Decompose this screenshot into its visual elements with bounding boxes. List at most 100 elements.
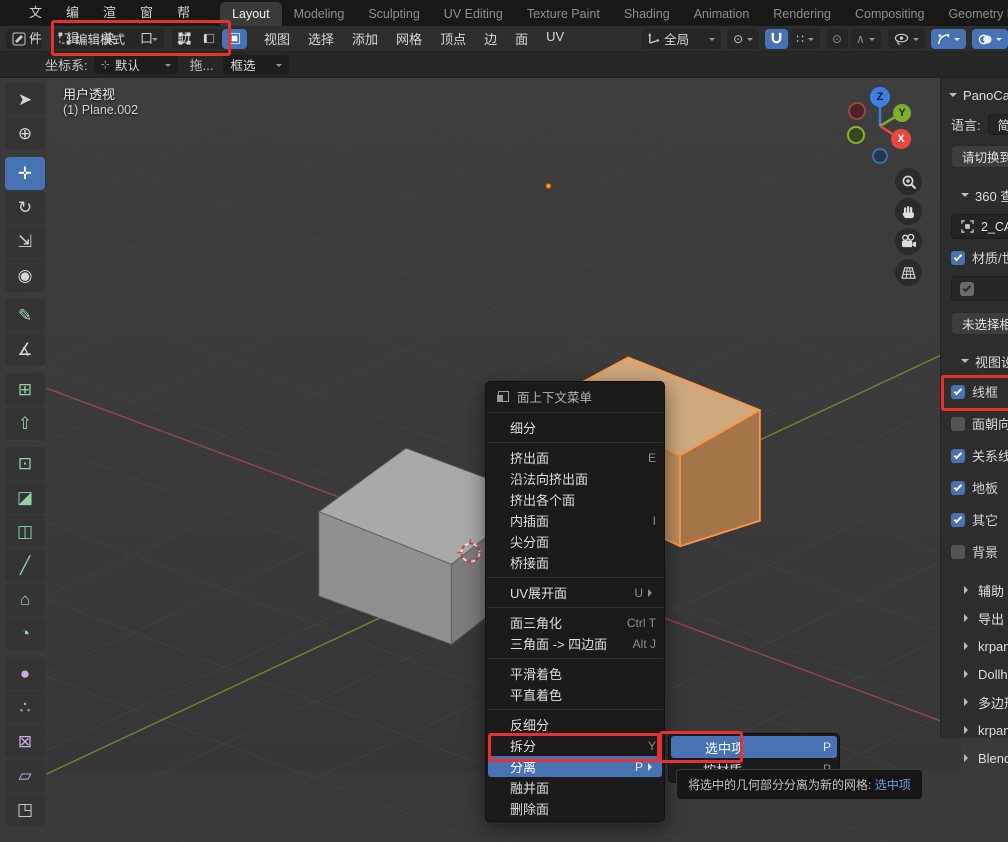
menu-4[interactable]: 帮助 xyxy=(165,0,202,26)
menu-item-19[interactable]: 分离P xyxy=(488,756,662,777)
collapsed-section-3[interactable]: Dollhou xyxy=(941,663,1008,685)
view-option-4[interactable]: 其它 xyxy=(941,510,1008,529)
tool-inset-faces[interactable]: ⊡ xyxy=(5,447,45,480)
gizmo-z-axis[interactable]: Z xyxy=(870,87,890,107)
menu-item-21[interactable]: 删除面 xyxy=(486,798,664,819)
viewport-menu-2[interactable]: 添加 xyxy=(343,29,387,48)
panel-header-panocam[interactable]: PanoCama xyxy=(941,84,1008,106)
checkbox-checked-icon[interactable] xyxy=(951,513,965,527)
menu-item-18[interactable]: 拆分Y xyxy=(486,735,664,756)
menu-0[interactable]: 文件 xyxy=(17,0,54,26)
tool-move[interactable]: ✛ xyxy=(5,157,45,190)
viewport-menu-4[interactable]: 顶点 xyxy=(431,29,475,48)
menu-1[interactable]: 编辑 xyxy=(54,0,91,26)
tab-modeling[interactable]: Modeling xyxy=(282,2,357,26)
menu-item-3[interactable]: 沿法向挤出面 xyxy=(486,468,664,489)
checkbox-unchecked-icon[interactable] xyxy=(951,545,965,559)
tool-spin[interactable]: ◔ xyxy=(5,617,45,650)
switch-language-button[interactable]: 请切换到对 xyxy=(951,145,1008,168)
view-option-2[interactable]: 关系线 xyxy=(941,446,1008,465)
pan-button[interactable] xyxy=(895,198,922,225)
viewport-menu-6[interactable]: 面 xyxy=(506,29,537,48)
tool-cursor-3d[interactable]: ⊕ xyxy=(5,117,45,150)
tab-uv-editing[interactable]: UV Editing xyxy=(432,2,515,26)
tool-shear[interactable]: ▱ xyxy=(5,759,45,792)
collapsed-section-1[interactable]: 导出 xyxy=(941,607,1008,629)
tab-shading[interactable]: Shading xyxy=(612,2,682,26)
tool-select-box[interactable]: ➤ xyxy=(5,83,45,116)
tool-extrude-region[interactable]: ⇧ xyxy=(5,407,45,440)
viewport-menu-5[interactable]: 边 xyxy=(475,29,506,48)
menu-item-12[interactable]: 三角面 -> 四边面Alt J xyxy=(486,633,664,654)
show-overlays-toggle[interactable] xyxy=(972,29,1008,49)
proportional-editing-button[interactable]: ⊙ xyxy=(826,29,848,49)
tool-rip-region[interactable]: ◳ xyxy=(5,793,45,826)
coordinate-system-dropdown[interactable]: ⊹ 默认 xyxy=(94,55,178,74)
gizmo-x-axis[interactable]: X xyxy=(891,129,911,149)
navigation-gizmo[interactable]: Z Y X xyxy=(840,86,930,176)
gizmo-negative-y-axis[interactable] xyxy=(847,126,865,144)
section-header-360[interactable]: 360 查 xyxy=(941,184,1008,206)
collapsed-section-2[interactable]: krpano xyxy=(941,635,1008,657)
collapsed-section-5[interactable]: krpano xyxy=(941,719,1008,741)
gizmo-negative-x-axis[interactable] xyxy=(848,102,866,120)
edge-select-button[interactable] xyxy=(197,29,222,49)
tab-rendering[interactable]: Rendering xyxy=(761,2,843,26)
select-tool-dropdown[interactable]: 框选 xyxy=(223,55,289,74)
viewport-menu-1[interactable]: 选择 xyxy=(299,29,343,48)
menu-item-15[interactable]: 平直着色 xyxy=(486,684,664,705)
tool-poly-build[interactable]: ⌂ xyxy=(5,583,45,616)
tab-texture-paint[interactable]: Texture Paint xyxy=(515,2,612,26)
menu-item-6[interactable]: 尖分面 xyxy=(486,531,664,552)
camera-view-button[interactable] xyxy=(895,228,922,255)
snap-toggle-button[interactable] xyxy=(765,29,788,49)
snap-settings-dropdown[interactable]: ∷ xyxy=(790,29,820,49)
tab-animation[interactable]: Animation xyxy=(682,2,762,26)
tool-randomize[interactable]: ∴ xyxy=(5,691,45,724)
face-select-button[interactable] xyxy=(222,29,247,49)
view-option-3[interactable]: 地板 xyxy=(941,478,1008,497)
checkbox-unchecked-icon[interactable] xyxy=(951,417,965,431)
collapsed-section-6[interactable]: Blende xyxy=(941,747,1008,769)
tool-transform[interactable]: ◉ xyxy=(5,259,45,292)
menu-item-9[interactable]: UV展开面U xyxy=(486,582,664,603)
tool-loop-cut[interactable]: ◫ xyxy=(5,515,45,548)
tool-shrink-fatten[interactable]: ⊠ xyxy=(5,725,45,758)
viewport-menu-0[interactable]: 视图 xyxy=(255,29,299,48)
zoom-button[interactable] xyxy=(895,168,922,195)
sub-checkbox-checked-icon[interactable] xyxy=(960,282,974,296)
tab-sculpting[interactable]: Sculpting xyxy=(356,2,431,26)
camera-select-button[interactable]: 2_CAM xyxy=(951,214,1008,239)
submenu-item-0[interactable]: 选中项P xyxy=(671,736,837,758)
menu-item-0[interactable]: 细分 xyxy=(486,417,664,438)
viewport-menu-7[interactable]: UV xyxy=(537,29,573,48)
section-header-view-settings[interactable]: 视图设 xyxy=(941,350,1008,372)
tab-geometry-nodes[interactable]: Geometry Nodes xyxy=(936,2,1008,26)
tool-scale[interactable]: ⇲ xyxy=(5,225,45,258)
view-option-5[interactable]: 背景 xyxy=(941,542,1008,561)
tool-knife[interactable]: ╱ xyxy=(5,549,45,582)
tool-smooth[interactable]: ● xyxy=(5,657,45,690)
menu-2[interactable]: 渲染 xyxy=(91,0,128,26)
visibility-dropdown[interactable] xyxy=(888,29,925,49)
pivot-point-dropdown[interactable]: ⊙ xyxy=(727,29,759,49)
tool-rotate[interactable]: ↻ xyxy=(5,191,45,224)
checkbox-checked-icon[interactable] xyxy=(951,481,965,495)
menu-item-4[interactable]: 挤出各个面 xyxy=(486,489,664,510)
menu-item-14[interactable]: 平滑着色 xyxy=(486,663,664,684)
menu-3[interactable]: 窗口 xyxy=(128,0,165,26)
tool-annotate[interactable]: ✎ xyxy=(5,299,45,332)
menu-item-20[interactable]: 融并面 xyxy=(486,777,664,798)
show-gizmo-toggle[interactable] xyxy=(931,29,966,49)
viewport-menu-3[interactable]: 网格 xyxy=(387,29,431,48)
menu-item-11[interactable]: 面三角化Ctrl T xyxy=(486,612,664,633)
collapsed-section-4[interactable]: 多边形 xyxy=(941,691,1008,713)
falloff-dropdown[interactable]: ∧ xyxy=(850,29,881,49)
drag-label[interactable]: 拖... xyxy=(190,55,214,74)
checkbox-checked-icon[interactable] xyxy=(951,385,965,399)
collapsed-section-0[interactable]: 辅助 xyxy=(941,579,1008,601)
tab-layout[interactable]: Layout xyxy=(220,2,282,26)
checkbox-checked-icon[interactable] xyxy=(951,251,965,265)
gizmo-negative-z-axis[interactable] xyxy=(872,148,888,164)
tool-bevel[interactable]: ◪ xyxy=(5,481,45,514)
